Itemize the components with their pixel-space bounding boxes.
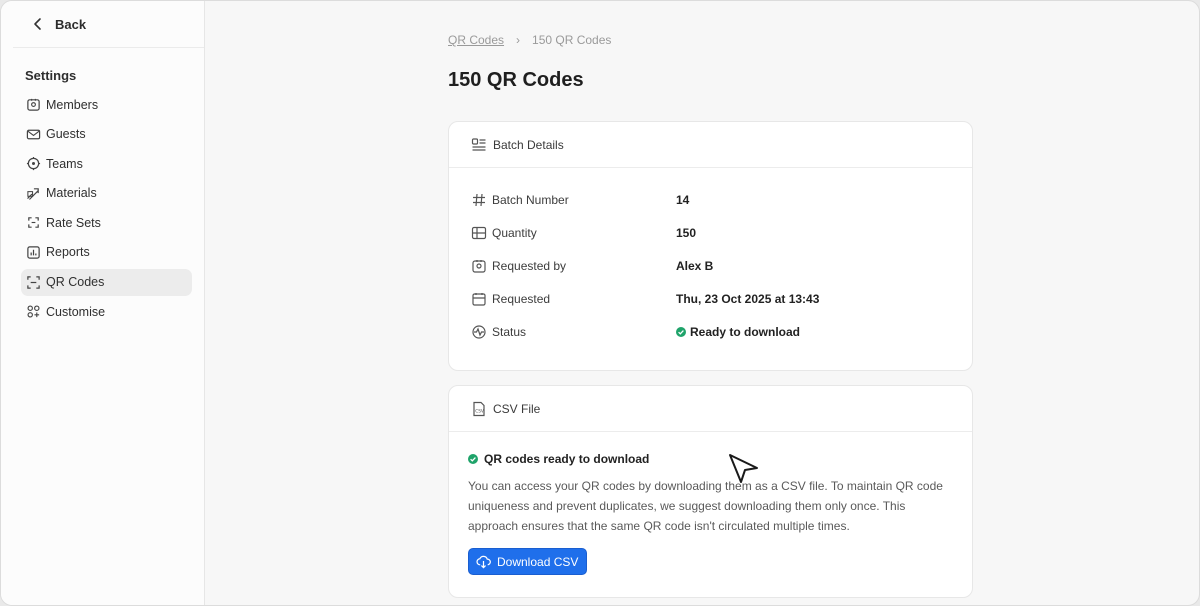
teams-icon (26, 157, 41, 171)
quantity-icon (471, 226, 487, 240)
check-circle-icon (676, 327, 686, 337)
detail-row-status: Status Ready to download (471, 324, 800, 340)
back-label: Back (55, 16, 87, 32)
reports-icon (27, 246, 40, 259)
detail-row-requested-by: Requested by Alex B (471, 258, 713, 274)
sidebar-item-reports[interactable]: Reports (21, 239, 192, 266)
breadcrumb-current: 150 QR Codes (532, 33, 612, 47)
csv-file-icon: CSV (473, 401, 485, 416)
detail-row-quantity: Quantity 150 (471, 225, 696, 241)
settings-nav: Members Guests Teams Materials Rate Sets… (21, 91, 192, 328)
batch-details-header: Batch Details (449, 122, 972, 168)
sidebar-item-label: QR Codes (46, 275, 105, 290)
sidebar-item-label: Reports (46, 245, 90, 260)
cloud-download-icon (476, 555, 491, 569)
sidebar-item-members[interactable]: Members (21, 91, 192, 118)
breadcrumb: QR Codes › 150 QR Codes (448, 33, 611, 47)
back-button[interactable]: Back (13, 1, 204, 48)
hash-icon (473, 193, 485, 207)
detail-row-batch-number: Batch Number 14 (471, 192, 689, 208)
download-csv-button[interactable]: Download CSV (468, 548, 587, 575)
csv-description: You can access your QR codes by download… (468, 479, 943, 533)
calendar-icon (472, 293, 486, 306)
sidebar-item-rate-sets[interactable]: Rate Sets (21, 209, 192, 236)
sidebar-item-label: Materials (46, 186, 97, 201)
detail-label: Requested (492, 292, 551, 306)
mouse-cursor-icon (729, 454, 758, 483)
mail-icon (26, 129, 41, 139)
detail-value: Thu, 23 Oct 2025 at 13:43 (676, 292, 820, 306)
csv-file-card: CSV CSV File QR codes ready to download … (448, 385, 973, 598)
download-csv-label: Download CSV (497, 554, 579, 569)
chevron-left-icon (34, 18, 41, 30)
detail-row-requested: Requested Thu, 23 Oct 2025 at 13:43 (471, 291, 819, 307)
detail-label: Batch Number (492, 193, 569, 207)
sidebar: Back Settings Members Guests Teams Mater… (1, 1, 205, 605)
detail-value: Alex B (676, 259, 714, 273)
status-text: Ready to download (690, 325, 801, 339)
sidebar-item-customise[interactable]: Customise (21, 298, 192, 325)
breadcrumb-link-qr-codes[interactable]: QR Codes (448, 33, 504, 47)
csv-ready-status: QR codes ready to download (468, 452, 958, 466)
detail-value: 14 (676, 193, 690, 207)
sidebar-item-label: Teams (46, 156, 83, 171)
detail-label: Status (492, 325, 527, 339)
sidebar-item-guests[interactable]: Guests (21, 121, 192, 148)
members-icon (27, 98, 40, 111)
qr-code-icon (27, 275, 40, 289)
sidebar-item-label: Customise (46, 304, 106, 319)
csv-file-body: QR codes ready to download You can acces… (468, 452, 958, 575)
sidebar-item-label: Guests (46, 127, 86, 142)
materials-icon (27, 187, 39, 200)
status-icon (472, 325, 486, 339)
customise-icon (27, 305, 40, 318)
sidebar-item-qr-codes[interactable]: QR Codes (21, 268, 192, 296)
rate-sets-icon (28, 217, 39, 229)
check-circle-icon (468, 454, 478, 464)
sidebar-item-label: Members (46, 97, 99, 112)
sidebar-section-title: Settings (25, 68, 77, 83)
csv-file-header: CSV CSV File (449, 386, 972, 432)
csv-ready-text: QR codes ready to download (484, 452, 650, 466)
status-badge: Ready to download (676, 325, 800, 339)
detail-label: Quantity (492, 226, 537, 240)
sidebar-item-teams[interactable]: Teams (21, 150, 192, 177)
detail-value: 150 (676, 226, 697, 240)
main-content: QR Codes › 150 QR Codes 150 QR Codes Bat… (206, 1, 1199, 605)
page-title: 150 QR Codes (448, 69, 584, 91)
batch-details-card: Batch Details Batch Number 14 Quantity 1… (448, 121, 973, 371)
user-badge-icon (472, 260, 486, 273)
sidebar-item-materials[interactable]: Materials (21, 180, 192, 207)
svg-text:CSV: CSV (475, 408, 484, 414)
csv-file-title: CSV File (493, 401, 541, 416)
breadcrumb-separator: › (516, 33, 521, 47)
sidebar-item-label: Rate Sets (46, 215, 101, 230)
batch-details-title: Batch Details (493, 137, 564, 152)
details-list-icon (471, 137, 486, 151)
app-window: Back Settings Members Guests Teams Mater… (0, 0, 1200, 606)
detail-label: Requested by (492, 259, 567, 273)
